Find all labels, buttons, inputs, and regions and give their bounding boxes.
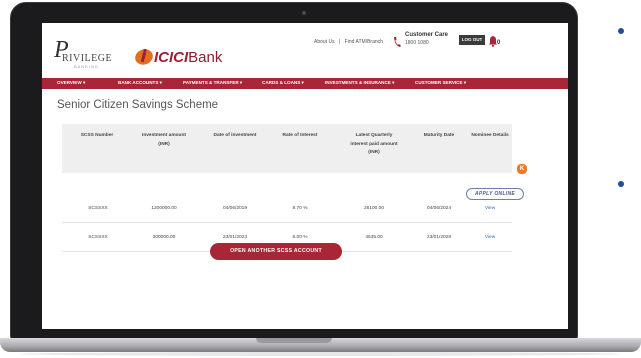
notification-count: 0 (497, 40, 501, 46)
laptop-shadow (20, 352, 620, 356)
site-header: P RIVILEGE BANKING ICICIBank About Us | … (42, 23, 568, 73)
main-nav: OVERVIEW ▾ BANK ACCOUNTS ▾ PAYMENTS & TR… (42, 78, 568, 89)
table-row: SCSSXX 1200000.00 04/06/2019 8.70 % 2610… (62, 196, 512, 223)
icici-bank-suffix: Bank (188, 49, 223, 66)
nav-bank-accounts[interactable]: BANK ACCOUNTS ▾ (118, 80, 162, 86)
nav-investments-insurance[interactable]: INVESTMENTS & INSURANCE ▾ (325, 80, 394, 86)
row-scss-number: SCSSXX (88, 206, 108, 211)
icici-bank-logo[interactable]: ICICIBank (154, 49, 222, 66)
row-latest-interest: 26100.00 (363, 206, 384, 211)
apply-online-button[interactable]: APPLY ONLINE (466, 188, 524, 200)
customer-care-number: 1800 1080 (405, 40, 429, 46)
nav-cards-loans[interactable]: CARDS & LOANS ▾ (262, 80, 304, 86)
view-nominee-link[interactable]: View (480, 206, 500, 211)
open-another-scss-button[interactable]: OPEN ANOTHER SCSS ACCOUNT (210, 243, 342, 260)
slide: P RIVILEGE BANKING ICICIBank About Us | … (0, 0, 641, 358)
row-investment-amount: 300000.00 (152, 235, 176, 240)
row-scss-number: SCSSXX (88, 235, 108, 240)
phone-icon (394, 37, 401, 47)
col-rate-of-interest: Rate of Interest (282, 133, 318, 138)
bell-icon[interactable] (489, 35, 497, 47)
slide-bullet (618, 181, 624, 187)
nav-customer-service[interactable]: CUSTOMER SERVICE ▾ (415, 80, 466, 86)
col-nominee-details: Nominee Details (471, 133, 509, 138)
col-investment-amount: Investment amount (INR) (142, 133, 186, 147)
row-rate-of-interest: 8.00 % (292, 235, 308, 240)
find-atm-link[interactable]: Find ATM/Branch (345, 39, 383, 45)
row-latest-interest: 4535.00 (365, 235, 383, 240)
row-maturity-date: 23/01/2028 (426, 235, 451, 240)
chat-icon[interactable]: K (517, 164, 527, 174)
col-maturity-date: Maturity Date (423, 133, 455, 138)
nav-overview[interactable]: OVERVIEW ▾ (57, 80, 85, 86)
page-title: Senior Citizen Savings Scheme (57, 99, 219, 111)
slide-bullet (618, 28, 624, 34)
laptop-frame: P RIVILEGE BANKING ICICIBank About Us | … (10, 2, 578, 340)
row-maturity-date: 04/06/2024 (426, 206, 451, 211)
col-date-of-investment: Date of investment (213, 133, 257, 138)
about-us-link[interactable]: About Us (314, 39, 335, 45)
icici-logo-icon (135, 48, 153, 65)
col-scss-number: SCSS Number (80, 133, 114, 138)
privilege-logo-text: RIVILEGE (62, 53, 113, 64)
icici-bank-name: ICICI (154, 49, 189, 66)
camera-icon (302, 11, 306, 15)
row-date-of-investment: 23/01/2023 (222, 235, 247, 240)
customer-care-label: Customer Care (405, 32, 449, 38)
logout-button[interactable]: LOG OUT (459, 35, 485, 45)
top-links: About Us | Find ATM/Branch (314, 39, 386, 45)
nav-payments-transfer[interactable]: PAYMENTS & TRANSFER ▾ (183, 80, 242, 86)
row-investment-amount: 1200000.00 (151, 206, 177, 211)
col-latest-interest: Latest Quarterly interest paid amount (INR… (350, 133, 398, 155)
laptop-notch (256, 338, 332, 343)
row-date-of-investment: 04/06/2019 (222, 206, 247, 211)
top-links-divider: | (338, 39, 341, 45)
browser-screen: P RIVILEGE BANKING ICICIBank About Us | … (42, 23, 568, 329)
view-nominee-link[interactable]: View (480, 235, 500, 240)
row-rate-of-interest: 8.70 % (292, 206, 308, 211)
table-header: SCSS Number Investment amount (INR) Date … (62, 124, 512, 173)
privilege-logo-sub: BANKING (74, 64, 100, 69)
